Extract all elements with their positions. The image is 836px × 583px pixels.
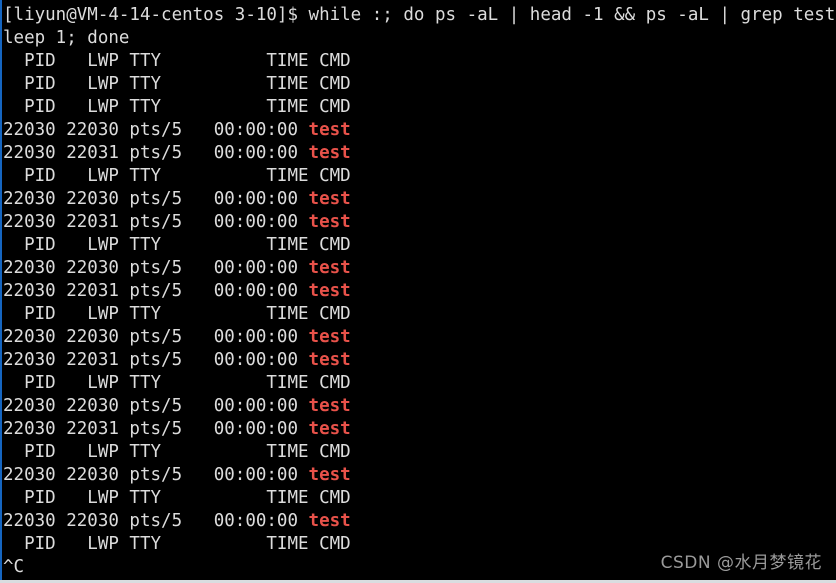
process-command-name: test bbox=[308, 189, 351, 209]
process-fields: 22030 22030 pts/5 00:00:00 bbox=[3, 465, 309, 485]
process-fields: 22030 22031 pts/5 00:00:00 bbox=[3, 419, 309, 439]
process-command-name: test bbox=[308, 396, 351, 416]
process-fields: 22030 22031 pts/5 00:00:00 bbox=[3, 143, 309, 163]
process-row: 22030 22031 pts/5 00:00:00 test bbox=[3, 142, 836, 165]
process-fields: 22030 22030 pts/5 00:00:00 bbox=[3, 189, 309, 209]
process-row: 22030 22030 pts/5 00:00:00 test bbox=[3, 257, 836, 280]
process-row: 22030 22030 pts/5 00:00:00 test bbox=[3, 464, 836, 487]
process-fields: 22030 22031 pts/5 00:00:00 bbox=[3, 212, 309, 232]
process-row: 22030 22031 pts/5 00:00:00 test bbox=[3, 280, 836, 303]
ps-column-header-row: PID LWP TTY TIME CMD bbox=[3, 74, 351, 94]
ps-column-header-row: PID LWP TTY TIME CMD bbox=[3, 373, 351, 393]
csdn-watermark: CSDN @水月梦镜花 bbox=[660, 553, 822, 573]
process-row: 22030 22030 pts/5 00:00:00 test bbox=[3, 395, 836, 418]
process-fields: 22030 22030 pts/5 00:00:00 bbox=[3, 396, 309, 416]
process-command-name: test bbox=[308, 281, 351, 301]
process-row: 22030 22031 pts/5 00:00:00 test bbox=[3, 211, 836, 234]
terminal-window: [liyun@VM-4-14-centos 3-10]$ while :; do… bbox=[0, 0, 836, 583]
process-fields: 22030 22030 pts/5 00:00:00 bbox=[3, 511, 309, 531]
process-fields: 22030 22030 pts/5 00:00:00 bbox=[3, 327, 309, 347]
window-left-border bbox=[0, 0, 2, 580]
process-command-name: test bbox=[308, 143, 351, 163]
prompt-line: [liyun@VM-4-14-centos 3-10]$ while :; do… bbox=[3, 5, 836, 25]
process-row: 22030 22030 pts/5 00:00:00 test bbox=[3, 510, 836, 533]
prompt-line: leep 1; done bbox=[3, 28, 130, 48]
terminal-line-list: [liyun@VM-4-14-centos 3-10]$ while :; do… bbox=[3, 4, 836, 579]
process-command-name: test bbox=[308, 212, 351, 232]
process-command-name: test bbox=[308, 258, 351, 278]
process-command-name: test bbox=[308, 120, 351, 140]
process-row: 22030 22030 pts/5 00:00:00 test bbox=[3, 326, 836, 349]
process-command-name: test bbox=[308, 465, 351, 485]
ps-column-header-row: PID LWP TTY TIME CMD bbox=[3, 51, 351, 71]
ps-column-header-row: PID LWP TTY TIME CMD bbox=[3, 97, 351, 117]
process-fields: 22030 22030 pts/5 00:00:00 bbox=[3, 120, 309, 140]
process-row: 22030 22030 pts/5 00:00:00 test bbox=[3, 188, 836, 211]
process-row: 22030 22031 pts/5 00:00:00 test bbox=[3, 349, 836, 372]
process-row: 22030 22031 pts/5 00:00:00 test bbox=[3, 418, 836, 441]
process-command-name: test bbox=[308, 511, 351, 531]
ps-column-header-row: PID LWP TTY TIME CMD bbox=[3, 442, 351, 462]
process-command-name: test bbox=[308, 350, 351, 370]
ps-column-header-row: PID LWP TTY TIME CMD bbox=[3, 235, 351, 255]
process-command-name: test bbox=[308, 327, 351, 347]
process-fields: 22030 22030 pts/5 00:00:00 bbox=[3, 258, 309, 278]
process-command-name: test bbox=[308, 419, 351, 439]
ps-column-header-row: PID LWP TTY TIME CMD bbox=[3, 488, 351, 508]
process-fields: 22030 22031 pts/5 00:00:00 bbox=[3, 350, 309, 370]
terminal-output-area[interactable]: [liyun@VM-4-14-centos 3-10]$ while :; do… bbox=[0, 0, 836, 580]
process-fields: 22030 22031 pts/5 00:00:00 bbox=[3, 281, 309, 301]
ps-column-header-row: PID LWP TTY TIME CMD bbox=[3, 166, 351, 186]
ps-column-header-row: PID LWP TTY TIME CMD bbox=[3, 304, 351, 324]
process-row: 22030 22030 pts/5 00:00:00 test bbox=[3, 119, 836, 142]
